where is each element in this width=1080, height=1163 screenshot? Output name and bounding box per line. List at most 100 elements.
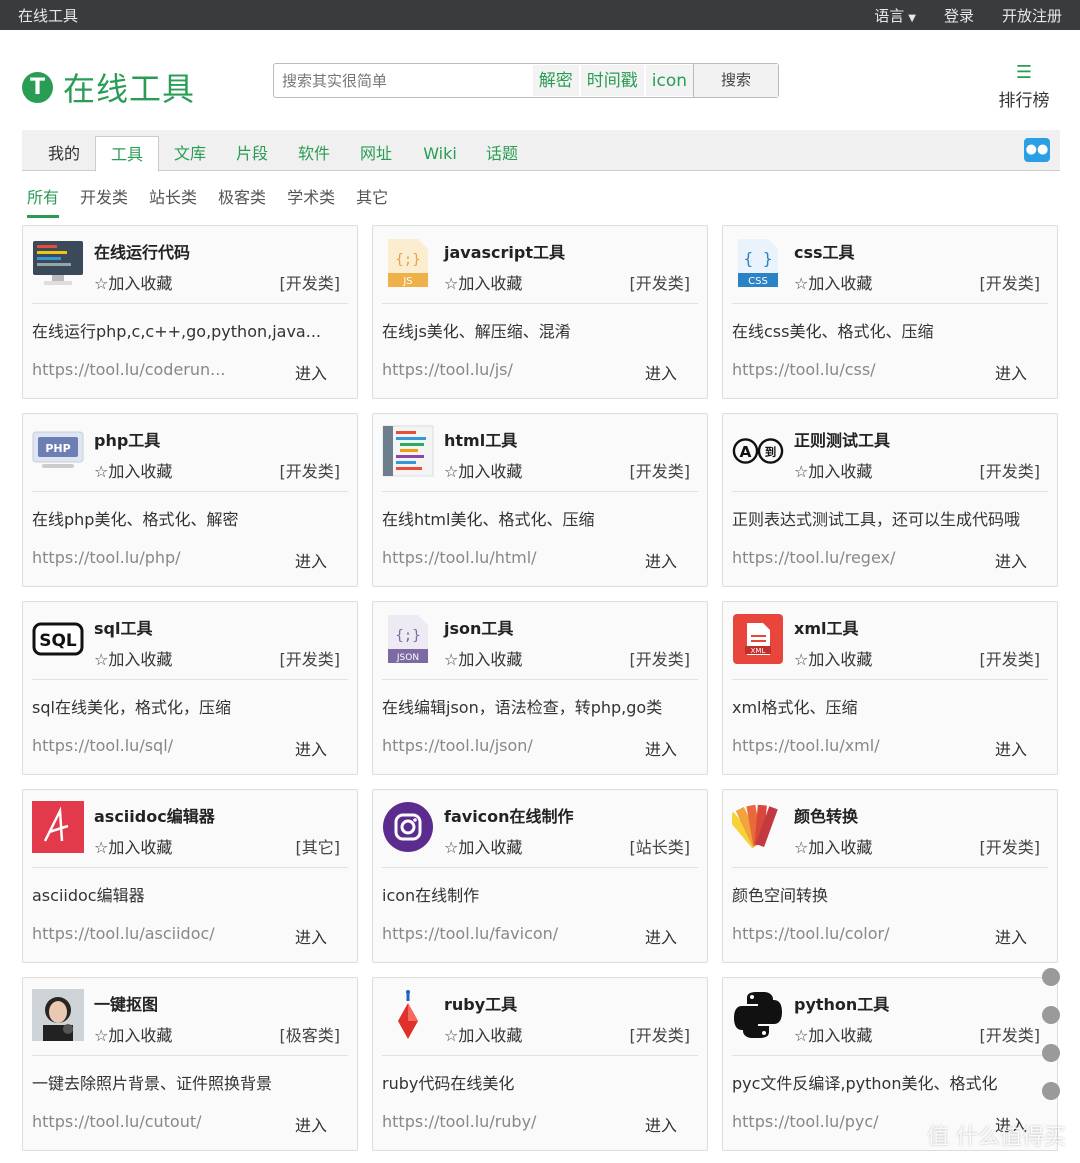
tool-title[interactable]: 在线运行代码	[94, 239, 190, 263]
enter-link[interactable]: 进入	[295, 360, 327, 384]
css-file-icon[interactable]: { } CSS	[732, 237, 784, 289]
tool-url[interactable]: https://tool.lu/coderun...	[32, 360, 254, 379]
tool-card[interactable]: html工具 ☆加入收藏 [开发类] 在线html美化、格式化、压缩 https://t…	[372, 413, 708, 587]
add-favorite-button[interactable]: ☆加入收藏	[444, 458, 522, 482]
enter-link[interactable]: 进入	[645, 1112, 677, 1136]
add-favorite-button[interactable]: ☆加入收藏	[444, 834, 522, 858]
enter-link[interactable]: 进入	[995, 736, 1027, 760]
enter-link[interactable]: 进入	[995, 548, 1027, 572]
color-swatch-icon[interactable]	[732, 801, 784, 853]
tool-category[interactable]: [开发类]	[980, 458, 1041, 482]
html-code-icon[interactable]	[382, 425, 434, 477]
language-menu[interactable]: 语言 ▼	[874, 5, 916, 26]
tool-url[interactable]: https://tool.lu/cutout/	[32, 1112, 254, 1131]
rank-button[interactable]: ☰ 排行榜	[997, 64, 1051, 112]
tab-wiki[interactable]: Wiki	[414, 136, 466, 172]
tool-card[interactable]: favicon在线制作 ☆加入收藏 [站长类] icon在线制作 https://too…	[372, 789, 708, 963]
subtab-webmaster[interactable]: 站长类	[149, 184, 197, 218]
tool-title[interactable]: 一键抠图	[94, 991, 158, 1015]
chat-icon[interactable]: ●●	[1024, 138, 1050, 162]
tool-card[interactable]: XML xml工具 ☆加入收藏 [开发类] xml格式化、压缩 https://tool.…	[722, 601, 1058, 775]
weibo-icon[interactable]	[1042, 1044, 1060, 1062]
tab-tools[interactable]: 工具	[95, 136, 159, 172]
portrait-icon[interactable]	[32, 989, 84, 1041]
tool-card[interactable]: A 到正则测试工具 ☆加入收藏 [开发类] 正则表达式测试工具，还可以生成代码哦 http…	[722, 413, 1058, 587]
tab-software[interactable]: 软件	[288, 136, 340, 172]
qq-icon[interactable]	[1042, 968, 1060, 986]
tool-url[interactable]: https://tool.lu/js/	[382, 360, 604, 379]
tool-category[interactable]: [站长类]	[630, 834, 691, 858]
tool-title[interactable]: asciidoc编辑器	[94, 803, 215, 827]
monitor-icon[interactable]	[32, 237, 84, 289]
php-icon[interactable]: PHP	[32, 425, 84, 477]
tool-card[interactable]: 在线运行代码 ☆加入收藏 [开发类] 在线运行php,c,c++,go,python,…	[22, 225, 358, 399]
tool-category[interactable]: [开发类]	[980, 1022, 1041, 1046]
python-icon[interactable]	[732, 989, 784, 1041]
enter-link[interactable]: 进入	[645, 736, 677, 760]
add-favorite-button[interactable]: ☆加入收藏	[794, 646, 872, 670]
tool-category[interactable]: [开发类]	[630, 458, 691, 482]
subtab-geek[interactable]: 极客类	[218, 184, 266, 218]
tool-title[interactable]: javascript工具	[444, 239, 565, 263]
login-link[interactable]: 登录	[944, 5, 974, 26]
search-input[interactable]	[274, 64, 531, 97]
tool-title[interactable]: php工具	[94, 427, 160, 451]
tool-url[interactable]: https://tool.lu/sql/	[32, 736, 254, 755]
add-favorite-button[interactable]: ☆加入收藏	[794, 270, 872, 294]
tool-category[interactable]: [其它]	[296, 834, 341, 858]
tool-card[interactable]: 颜色转换 ☆加入收藏 [开发类] 颜色空间转换 https://tool.lu/colo…	[722, 789, 1058, 963]
tool-card[interactable]: SQL sql工具 ☆加入收藏 [开发类] sql在线美化，格式化，压缩 https://…	[22, 601, 358, 775]
tool-url[interactable]: https://tool.lu/favicon/	[382, 924, 604, 943]
tool-url[interactable]: https://tool.lu/regex/	[732, 548, 954, 567]
tool-title[interactable]: favicon在线制作	[444, 803, 574, 827]
subtab-other[interactable]: 其它	[356, 184, 388, 218]
tool-url[interactable]: https://tool.lu/html/	[382, 548, 604, 567]
tool-url[interactable]: https://tool.lu/json/	[382, 736, 604, 755]
add-favorite-button[interactable]: ☆加入收藏	[444, 646, 522, 670]
tool-category[interactable]: [开发类]	[980, 646, 1041, 670]
add-favorite-button[interactable]: ☆加入收藏	[794, 458, 872, 482]
tool-title[interactable]: 颜色转换	[794, 803, 858, 827]
search-button[interactable]: 搜索	[693, 64, 778, 97]
tool-title[interactable]: sql工具	[94, 615, 152, 639]
logo[interactable]: T 在线工具	[22, 64, 195, 110]
xml-file-icon[interactable]: XML	[732, 613, 784, 665]
enter-link[interactable]: 进入	[295, 736, 327, 760]
github-icon[interactable]	[1042, 1082, 1060, 1100]
tool-url[interactable]: https://tool.lu/color/	[732, 924, 954, 943]
tool-category[interactable]: [开发类]	[980, 270, 1041, 294]
enter-link[interactable]: 进入	[295, 924, 327, 948]
js-file-icon[interactable]: {;} JS	[382, 237, 434, 289]
tool-title[interactable]: 正则测试工具	[794, 427, 890, 451]
tool-url[interactable]: https://tool.lu/pyc/	[732, 1112, 954, 1131]
tab-topics[interactable]: 话题	[476, 136, 528, 172]
add-favorite-button[interactable]: ☆加入收藏	[794, 834, 872, 858]
tab-snippets[interactable]: 片段	[226, 136, 278, 172]
subtab-academic[interactable]: 学术类	[287, 184, 335, 218]
enter-link[interactable]: 进入	[295, 1112, 327, 1136]
enter-link[interactable]: 进入	[995, 360, 1027, 384]
add-favorite-button[interactable]: ☆加入收藏	[794, 1022, 872, 1046]
tool-title[interactable]: python工具	[794, 991, 889, 1015]
wechat-icon[interactable]	[1042, 1006, 1060, 1024]
tool-category[interactable]: [开发类]	[280, 458, 341, 482]
tool-category[interactable]: [开发类]	[280, 646, 341, 670]
tool-url[interactable]: https://tool.lu/xml/	[732, 736, 954, 755]
tool-category[interactable]: [开发类]	[630, 1022, 691, 1046]
hot-keyword-icon[interactable]: icon	[645, 65, 693, 96]
tool-category[interactable]: [开发类]	[980, 834, 1041, 858]
add-favorite-button[interactable]: ☆加入收藏	[444, 1022, 522, 1046]
tool-title[interactable]: xml工具	[794, 615, 858, 639]
enter-link[interactable]: 进入	[995, 924, 1027, 948]
tool-category[interactable]: [开发类]	[630, 646, 691, 670]
tab-mine[interactable]: 我的	[36, 136, 92, 172]
tool-card[interactable]: 一键抠图 ☆加入收藏 [极客类] 一键去除照片背景、证件照换背景 https://too…	[22, 977, 358, 1151]
add-favorite-button[interactable]: ☆加入收藏	[444, 270, 522, 294]
tool-category[interactable]: [开发类]	[280, 270, 341, 294]
tool-card[interactable]: ruby工具 ☆加入收藏 [开发类] ruby代码在线美化 https://tool.l…	[372, 977, 708, 1151]
asciidoc-icon[interactable]	[32, 801, 84, 853]
tool-url[interactable]: https://tool.lu/php/	[32, 548, 254, 567]
ruby-icon[interactable]	[382, 989, 434, 1041]
add-favorite-button[interactable]: ☆加入收藏	[94, 270, 172, 294]
sql-icon[interactable]: SQL	[32, 613, 84, 665]
